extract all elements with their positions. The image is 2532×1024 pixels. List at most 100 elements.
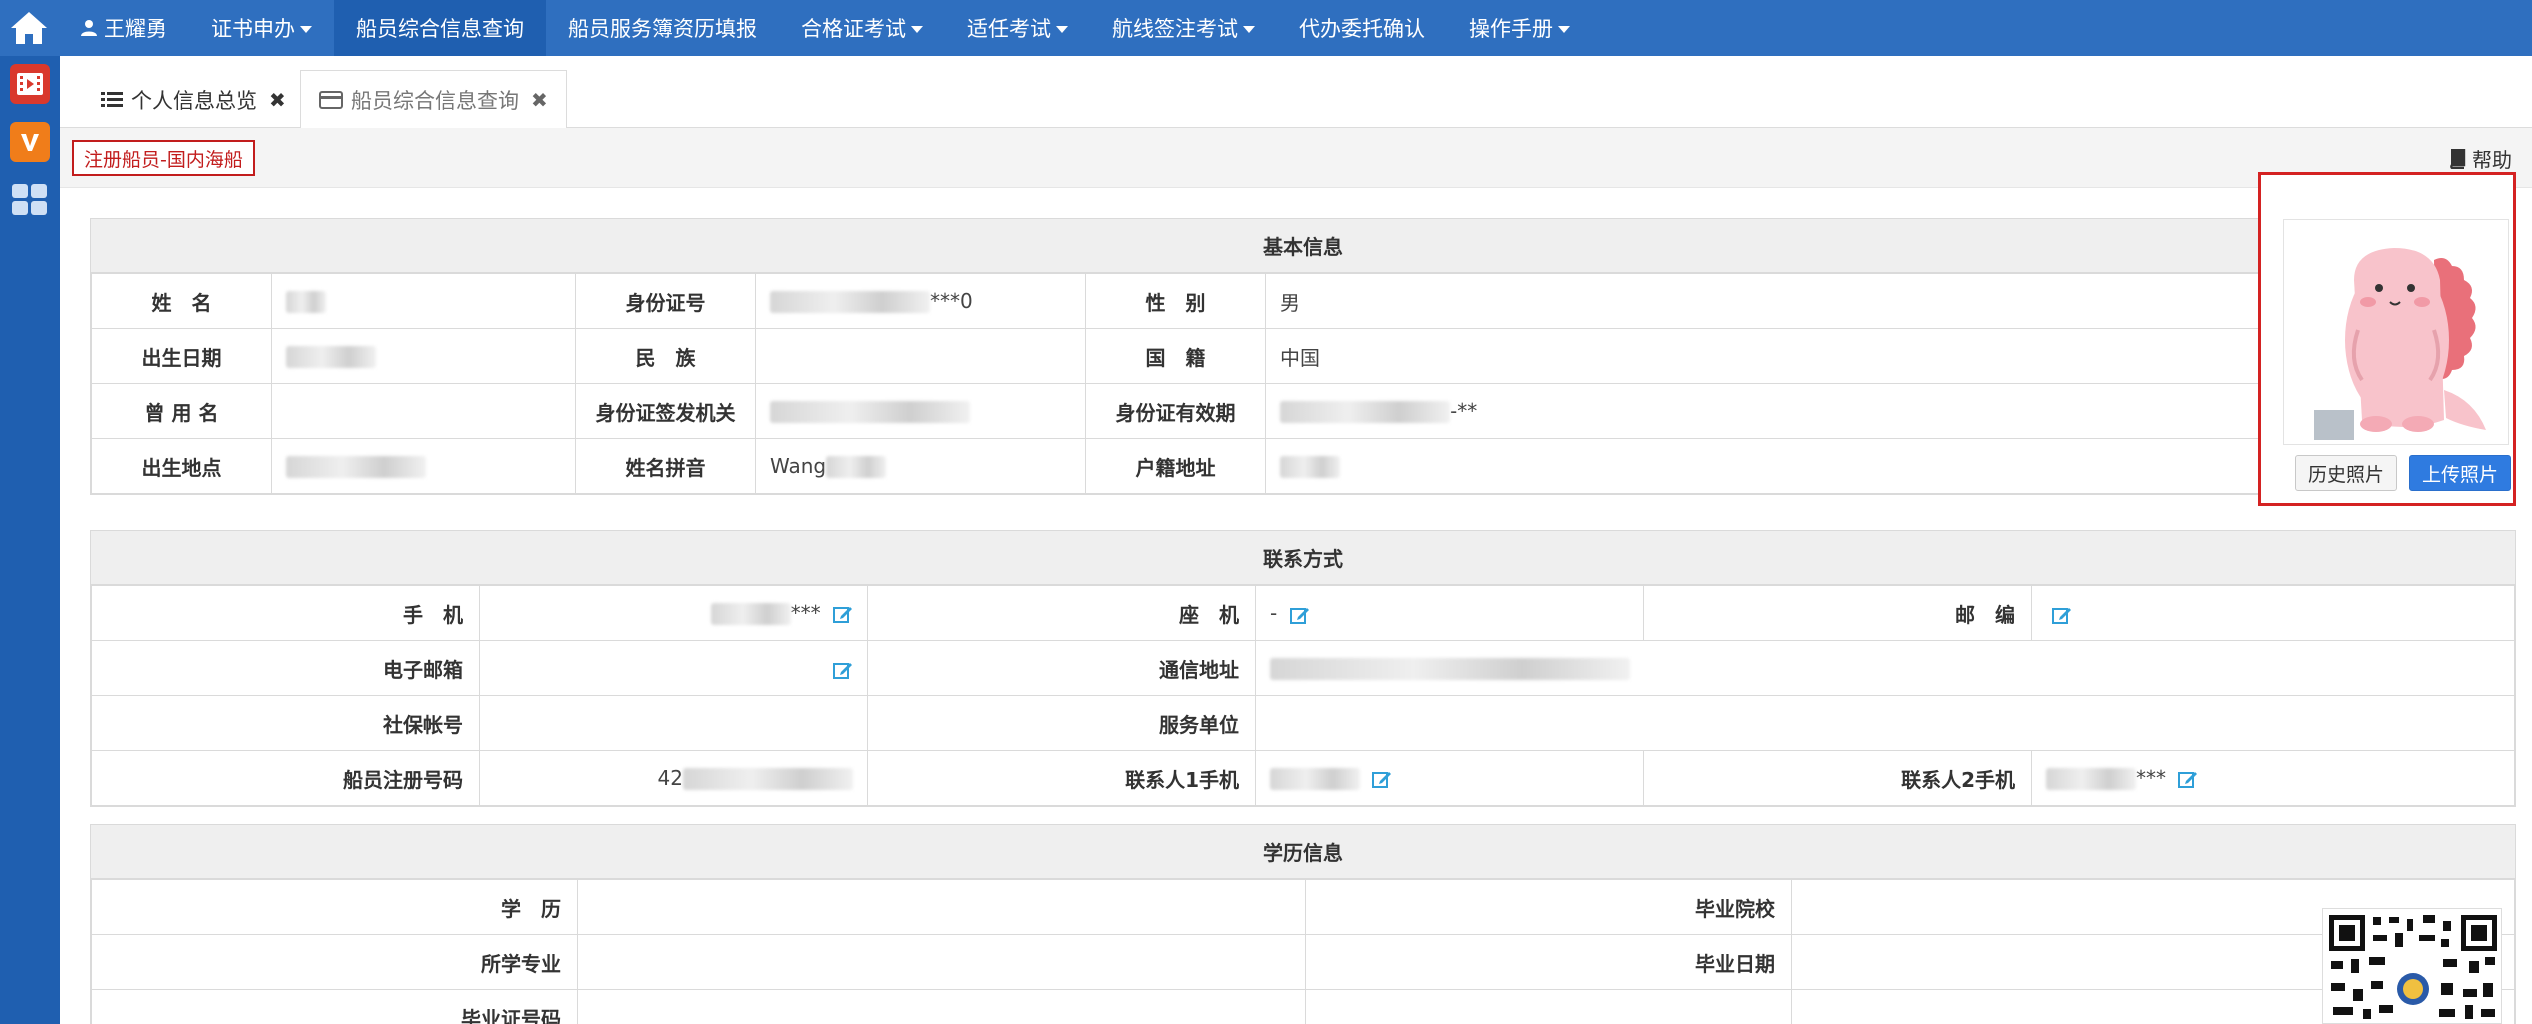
tab-crew-query[interactable]: 船员综合信息查询 ✖ (300, 70, 567, 129)
redacted-text (710, 603, 791, 626)
qr-code[interactable] (2322, 908, 2502, 1024)
redacted-text (286, 456, 426, 479)
phone-value: *** (479, 585, 868, 641)
edit-icon[interactable] (833, 660, 853, 680)
redacted-text (826, 456, 887, 479)
nav-item-service-book[interactable]: 船员服务簿资历填报 (546, 0, 779, 56)
table-row: 曾 用 名 身份证签发机关 身份证有效期 -** (91, 383, 2515, 439)
sidebar-v-app-button[interactable] (10, 122, 50, 162)
pinyin-value: Wang (755, 438, 1086, 494)
former-name-label: 曾 用 名 (91, 383, 272, 439)
crew-reg-value: 42 (479, 750, 868, 806)
help-link[interactable]: 帮助 (2448, 144, 2512, 173)
redacted-text (770, 401, 970, 424)
section-title: 联系方式 (91, 531, 2515, 585)
breadcrumb-bar: 注册船员-国内海船 帮助 (60, 128, 2532, 188)
address-value (1255, 640, 2515, 696)
sidebar-video-button[interactable] (10, 64, 50, 104)
nav-item-crew-query[interactable]: 船员综合信息查询 (334, 0, 546, 56)
crew-photo (2283, 219, 2509, 445)
nav-label: 操作手册 (1469, 17, 1553, 41)
redacted-text (770, 291, 930, 314)
school-label: 毕业院校 (1305, 879, 1792, 935)
email-value (479, 640, 868, 696)
grid-icon (12, 184, 47, 215)
social-security-label: 社保帐号 (91, 695, 480, 751)
id-number-label: 身份证号 (575, 273, 756, 329)
nationality-label: 国 籍 (1085, 328, 1266, 384)
photo-panel: 历史照片 上传照片 (2258, 172, 2516, 506)
nav-label: 航线签注考试 (1112, 17, 1238, 41)
pinyin-text: Wang (770, 453, 827, 478)
nav-label: 证书申办 (211, 17, 295, 41)
table-row: 姓 名 身份证号 ***0 性 别 男 (91, 273, 2515, 329)
zip-label: 邮 编 (1643, 585, 2032, 641)
birth-date-label: 出生日期 (91, 328, 272, 384)
list-icon (101, 91, 123, 109)
redacted-text (286, 346, 376, 369)
home-button[interactable] (0, 0, 58, 56)
home-icon (11, 12, 47, 44)
caret-down-icon (1243, 25, 1255, 33)
contact1-label: 联系人1手机 (867, 750, 1256, 806)
table-row: 所学专业 毕业日期 (91, 934, 2515, 990)
edit-icon[interactable] (2178, 769, 2198, 789)
table-row: 社保帐号 服务单位 (91, 695, 2515, 751)
edit-icon[interactable] (2052, 605, 2072, 625)
redacted-text (683, 768, 853, 791)
empty-cell (1305, 989, 1792, 1024)
nav-item-route-exam[interactable]: 航线签注考试 (1090, 0, 1277, 56)
qr-code-icon (2329, 915, 2497, 1019)
employer-value (1255, 695, 2515, 751)
major-value (577, 934, 1306, 990)
section-title: 基本信息 (91, 219, 2515, 273)
basic-info-table: 姓 名 身份证号 ***0 性 别 男 出生日期 民 族 国 籍 中国 曾 用 … (91, 273, 2515, 494)
zip-value (2031, 585, 2515, 641)
crew-reg-text: 42 (657, 765, 683, 790)
sidebar-grid-button[interactable] (10, 180, 50, 220)
history-photo-button[interactable]: 历史照片 (2295, 455, 2398, 491)
nav-item-qualification-exam[interactable]: 合格证考试 (779, 0, 945, 56)
birth-date-value (271, 328, 576, 384)
degree-label: 学 历 (91, 879, 578, 935)
photo-actions: 历史照片 上传照片 (2295, 455, 2512, 491)
edit-icon[interactable] (1372, 769, 1392, 789)
redacted-text (2046, 768, 2136, 791)
id-number-value: ***0 (755, 273, 1086, 329)
upload-photo-button[interactable]: 上传照片 (2409, 455, 2512, 491)
tab-personal-overview[interactable]: 个人信息总览 ✖ (82, 70, 305, 128)
nav-item-agent-confirm[interactable]: 代办委托确认 (1277, 0, 1447, 56)
nav-label: 船员服务簿资历填报 (568, 17, 757, 41)
address-label: 通信地址 (867, 640, 1256, 696)
former-name-value (271, 383, 576, 439)
education-table: 学 历 毕业院校 所学专业 毕业日期 毕业证号码 (91, 879, 2515, 1024)
redacted-text (1270, 658, 1630, 681)
close-icon[interactable]: ✖ (531, 88, 548, 112)
education-section: 学历信息 学 历 毕业院校 所学专业 毕业日期 毕业证号码 (90, 824, 2516, 1024)
contact2-label: 联系人2手机 (1643, 750, 2032, 806)
table-row: 出生日期 民 族 国 籍 中国 (91, 328, 2515, 384)
redacted-text (1270, 768, 1360, 791)
table-row: 船员注册号码 42 联系人1手机 联系人2手机 *** (91, 750, 2515, 806)
nav-item-manual[interactable]: 操作手册 (1447, 0, 1592, 56)
diploma-number-value (577, 989, 1306, 1024)
nav-item-competency-exam[interactable]: 适任考试 (945, 0, 1090, 56)
nav-label: 船员综合信息查询 (356, 17, 524, 41)
edit-icon[interactable] (1289, 605, 1310, 625)
section-title: 学历信息 (91, 825, 2515, 879)
edit-icon[interactable] (833, 604, 853, 624)
caret-down-icon (300, 25, 312, 33)
credit-card-icon (319, 91, 343, 109)
close-icon[interactable]: ✖ (269, 88, 286, 112)
pinyin-label: 姓名拼音 (575, 438, 756, 494)
nav-user[interactable]: 王耀勇 (58, 0, 189, 56)
social-security-value (479, 695, 868, 751)
id-issuer-label: 身份证签发机关 (575, 383, 756, 439)
contact2-value: *** (2031, 750, 2515, 806)
help-label: 帮助 (2472, 148, 2512, 172)
name-value (271, 273, 576, 329)
phone-text: *** (790, 600, 821, 625)
nav-item-certificate[interactable]: 证书申办 (189, 0, 334, 56)
diploma-number-label: 毕业证号码 (91, 989, 578, 1024)
gender-label: 性 别 (1085, 273, 1266, 329)
